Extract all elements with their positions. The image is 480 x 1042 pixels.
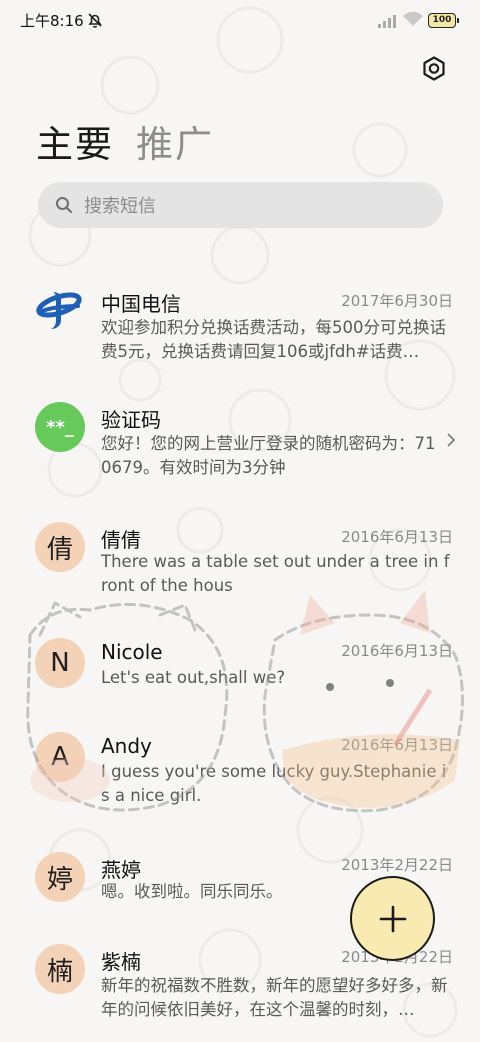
mute-bell-icon [86, 11, 104, 33]
contact-name: 紫楠 [101, 950, 141, 974]
contact-name: 燕婷 [101, 858, 141, 882]
contact-name: 中国电信 [101, 292, 181, 316]
settings-icon[interactable] [419, 54, 449, 84]
status-bar: 上午8:16 100 [0, 0, 480, 40]
conversation-item[interactable]: **_ 验证码 您好！您的网上营业厅登录的随机密码为：710679。有效时间为3… [0, 400, 480, 500]
message-date: 2016年6月13日 [341, 736, 453, 754]
china-telecom-logo [36, 292, 82, 329]
chevron-right-icon [447, 433, 456, 447]
message-date: 2013年2月22日 [341, 856, 453, 874]
tab-bar: 主要 推广 [36, 114, 214, 168]
plus-icon [379, 905, 406, 932]
search-input[interactable]: 搜索短信 [38, 182, 443, 228]
avatar: A [35, 732, 85, 782]
conversation-item[interactable]: N Nicole 2016年6月13日 Let's eat out,shall … [0, 634, 480, 704]
signal-icon [378, 13, 396, 32]
avatar: 婷 [35, 852, 85, 902]
tab-promotions[interactable]: 推广 [136, 114, 214, 168]
message-date: 2016年6月13日 [341, 528, 453, 546]
conversation-item[interactable]: 中国电信 2017年6月30日 欢迎参加积分兑换话费活动，每500分可兑换话费5… [0, 280, 480, 380]
avatar [35, 285, 85, 335]
contact-name: 验证码 [101, 408, 161, 432]
avatar: 楠 [35, 944, 85, 994]
message-snippet: 您好！您的网上营业厅登录的随机密码为：710679。有效时间为3分钟 [101, 434, 436, 477]
contact-name: Nicole [101, 640, 163, 664]
message-date: 2016年6月13日 [341, 642, 453, 660]
conversation-item[interactable]: A Andy 2016年6月13日 I guess you're some lu… [0, 730, 480, 820]
message-snippet: I guess you're some lucky guy.Stephanie … [101, 762, 447, 805]
wifi-icon [403, 11, 423, 31]
avatar: N [35, 638, 85, 688]
conversation-item[interactable]: 倩 倩倩 2016年6月13日 There was a table set ou… [0, 520, 480, 620]
search-placeholder: 搜索短信 [84, 196, 156, 217]
message-snippet: There was a table set out under a tree i… [101, 552, 450, 595]
status-time: 上午8:16 [20, 12, 84, 30]
contact-name: Andy [101, 734, 152, 758]
compose-button[interactable] [350, 876, 435, 961]
battery-icon: 100 [428, 13, 459, 28]
message-snippet: 新年的祝福数不胜数，新年的愿望好多好多，新年的问候依旧美好，在这个温馨的时刻，… [101, 976, 448, 1019]
message-snippet: 欢迎参加积分兑换话费活动，每500分可兑换话费5元，兑换话费请回复106或jfd… [101, 318, 446, 361]
message-snippet: Let's eat out,shall we? [101, 668, 286, 687]
search-icon [56, 197, 72, 213]
avatar: 倩 [35, 522, 85, 572]
contact-name: 倩倩 [101, 528, 141, 552]
message-date: 2017年6月30日 [341, 292, 453, 310]
tab-primary[interactable]: 主要 [36, 114, 114, 168]
avatar: **_ [35, 402, 85, 452]
